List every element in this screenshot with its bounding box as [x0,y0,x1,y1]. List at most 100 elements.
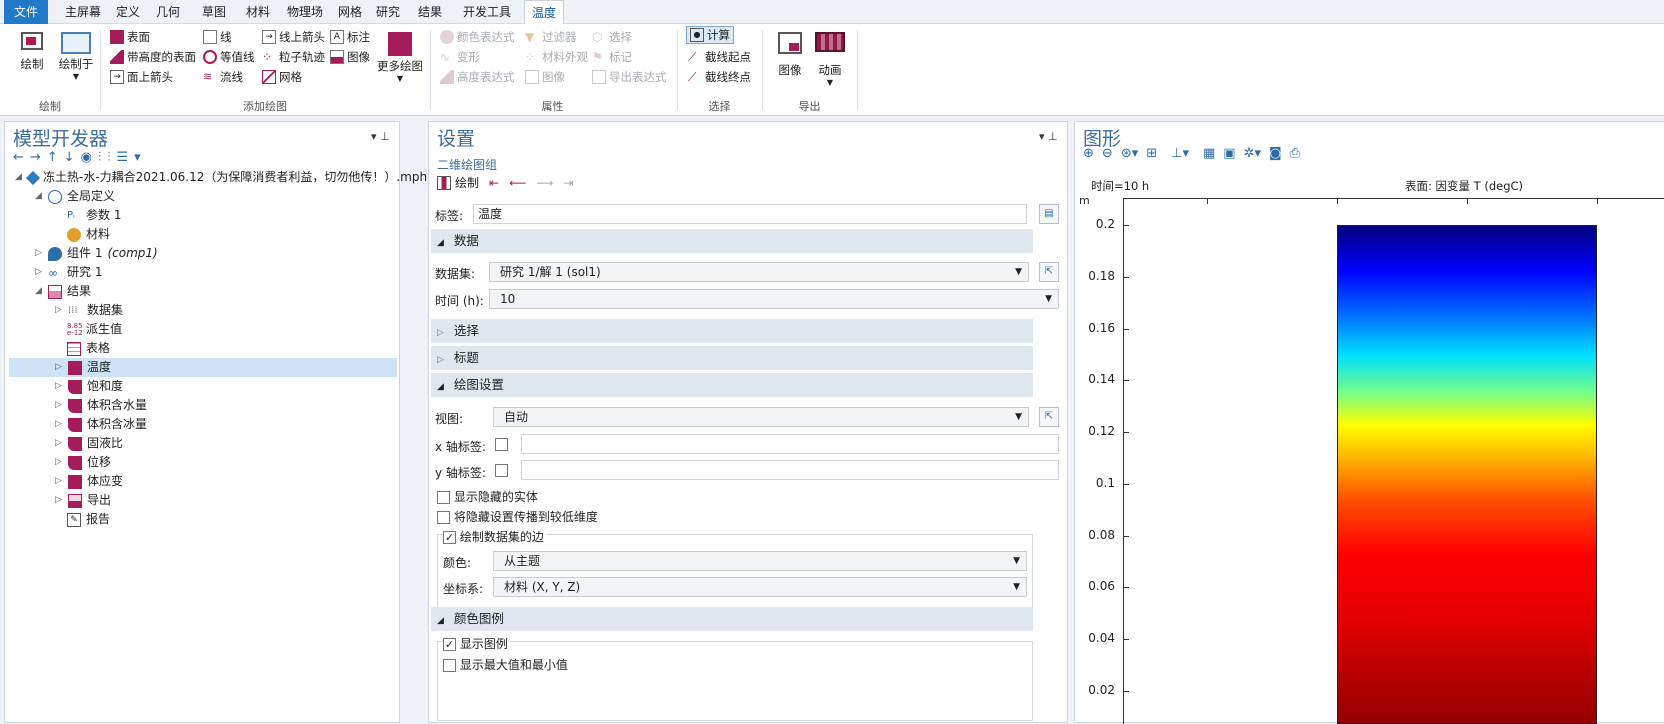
go-to-source-icon[interactable]: ⇱ [1039,407,1059,427]
animation-button[interactable]: 动画 ▼ [810,32,850,87]
transparency-icon[interactable]: ✲▾ [1244,146,1261,161]
y-axis-checkbox[interactable] [495,464,508,477]
tab-mesh[interactable]: 网格 [334,0,366,24]
tree-item-report[interactable]: ✎ 报告 [67,510,110,529]
line-button[interactable]: 线 [203,28,232,46]
tab-developer[interactable]: 开发工具 [456,0,518,24]
surface-arrow-button[interactable]: → 面上箭头 [110,68,173,86]
material-appearance-button[interactable]: ⁘ 材料外观 [525,48,588,66]
go-to-source-icon[interactable]: ⇱ [1039,262,1059,282]
view-select[interactable]: 自动 ▼ [493,407,1029,427]
tab-file[interactable]: 文件 [4,0,48,24]
label-input[interactable]: 温度 [473,204,1027,224]
tree-item-derived-values[interactable]: 8.85 e-12 派生值 [67,320,122,339]
deformation-button[interactable]: ∿ 变形 [440,48,480,66]
axis-orientation-icon[interactable]: ⊥▾ [1171,146,1189,161]
tree-item-study[interactable]: ▷ ∞ 研究 1 [35,263,102,282]
dataset-select[interactable]: 研究 1/解 1 (sol1) ▼ [489,262,1029,282]
image-attr-button[interactable]: 图像 [525,68,565,86]
section-color-legend[interactable]: ◢ 颜色图例 [431,607,1033,631]
export-expression-button[interactable]: 导出表达式 [592,68,667,86]
list-menu-icon[interactable]: ☰▾ [116,150,146,165]
camera-icon[interactable]: ◙ [1269,146,1282,161]
height-expression-button[interactable]: 高度表达式 [440,68,515,86]
tree-item-materials[interactable]: 材料 [67,225,110,244]
last-icon[interactable]: ⇥ [563,176,573,190]
x-axis-checkbox[interactable] [495,438,508,451]
print-icon[interactable]: ⎙ [1290,146,1300,161]
line-end-button[interactable]: ⟋ 截线终点 [688,68,751,86]
zoom-box-icon[interactable]: ⊛▾ [1121,146,1138,161]
grid-icon[interactable]: ▦ [1203,146,1215,161]
temperature-surface-plot[interactable] [1337,225,1597,724]
coordinate-system-select[interactable]: 材料 (X, Y, Z) ▼ [493,577,1027,597]
filter-button[interactable]: ▼ 过滤器 [525,28,577,46]
plot-in-button[interactable]: 绘制于 ▼ [54,32,98,81]
show-maxmin-row[interactable]: 显示最大值和最小值 [443,656,568,673]
plot-edges-row[interactable]: ✓ 绘制数据集的边 [443,528,546,545]
surface-button[interactable]: 表面 [110,28,150,46]
section-selection[interactable]: ▷ 选择 [431,319,1033,343]
panel-menu-icon[interactable]: ▾ ⊥ [1039,130,1058,143]
line-arrow-button[interactable]: → 线上箭头 [262,28,325,46]
tree-item-ice-content[interactable]: ▷ 体积含冰量 [55,415,147,434]
tab-results[interactable]: 结果 [414,0,446,24]
plot-label[interactable]: 绘制 [455,174,479,191]
tree-item-datasets[interactable]: ▷ ⁞⁞⁞ 数据集 [55,301,123,320]
zoom-in-icon[interactable]: ⊕ [1083,146,1094,161]
tab-definitions[interactable]: 定义 [112,0,144,24]
tab-materials[interactable]: 材料 [242,0,274,24]
zoom-extents-icon[interactable]: ⊞ [1146,146,1157,161]
propagate-hidden-row[interactable]: 将隐藏设置传播到较低维度 [437,508,598,525]
particle-tracing-button[interactable]: ⁘ 粒子轨迹 [262,48,325,66]
color-expression-button[interactable]: 颜色表达式 [440,28,515,46]
tab-sketch[interactable]: 草图 [198,0,230,24]
back-icon[interactable]: ← [13,150,30,165]
tree-item-model[interactable]: ◢ 冻土热-水-力耦合2021.06.12（为保障消费者利益，切勿他传！）.mph [15,168,427,187]
show-maxmin-checkbox[interactable] [443,659,456,672]
plot-icon[interactable] [437,175,451,190]
forward-icon[interactable]: → [30,150,47,165]
move-down-icon[interactable]: ↓ [64,150,81,165]
previous-icon[interactable]: ⟵ [509,176,526,190]
streamline-button[interactable]: ≋ 流线 [203,68,243,86]
tree-item-temperature[interactable]: ▷ 温度 [55,358,111,377]
tree-item-parameters[interactable]: Pᵢ 参数 1 [67,206,121,225]
section-title[interactable]: ▷ 标题 [431,346,1033,370]
plot-edges-checkbox[interactable]: ✓ [443,531,456,544]
section-data[interactable]: ◢ 数据 [431,229,1033,253]
height-surface-button[interactable]: 带高度的表面 [110,48,196,66]
show-icon[interactable]: ◉ [81,150,98,165]
tree-item-volumetric-strain[interactable]: ▷ 体应变 [55,472,123,491]
zoom-out-icon[interactable]: ⊖ [1102,146,1113,161]
move-up-icon[interactable]: ↑ [47,150,64,165]
line-start-button[interactable]: ⟋ 截线起点 [688,48,751,66]
tree-item-displacement[interactable]: ▷ 位移 [55,453,111,472]
tab-physics[interactable]: 物理场 [282,0,328,24]
tree-item-water-content[interactable]: ▷ 体积含水量 [55,396,147,415]
section-plot-settings[interactable]: ◢ 绘图设置 [431,373,1033,397]
tab-geometry[interactable]: 几何 [152,0,184,24]
show-hidden-checkbox[interactable] [437,491,450,504]
propagate-hidden-checkbox[interactable] [437,511,450,524]
show-legend-checkbox[interactable]: ✓ [443,638,456,651]
tree-item-component[interactable]: ▷ 组件 1 (comp1) [35,244,158,263]
next-icon[interactable]: ⟶ [536,176,553,190]
panel-menu-icon[interactable]: ▾ ⊥ [371,130,390,143]
color-select[interactable]: 从主题 ▼ [493,551,1027,571]
y-axis-input[interactable] [521,460,1059,480]
mesh-button[interactable]: 网格 [262,68,302,86]
annotation-button[interactable]: A 标注 [330,28,370,46]
plot-button[interactable]: 绘制 [14,32,50,72]
contour-button[interactable]: 等值线 [203,48,255,66]
tree-item-tables[interactable]: 表格 [67,339,110,358]
image-plot-button[interactable]: 图像 [330,48,370,66]
tab-home[interactable]: 主屏幕 [60,0,106,24]
comment-icon[interactable]: ▤ [1039,204,1059,224]
x-axis-input[interactable] [521,434,1059,454]
show-legend-row[interactable]: ✓ 显示图例 [443,635,510,652]
tab-study[interactable]: 研究 [372,0,404,24]
collapse-icon[interactable]: ⫶ [98,150,107,165]
tree-item-global-definitions[interactable]: ◢ 全局定义 [35,187,115,206]
tree-item-results[interactable]: ◢ 结果 [35,282,91,301]
